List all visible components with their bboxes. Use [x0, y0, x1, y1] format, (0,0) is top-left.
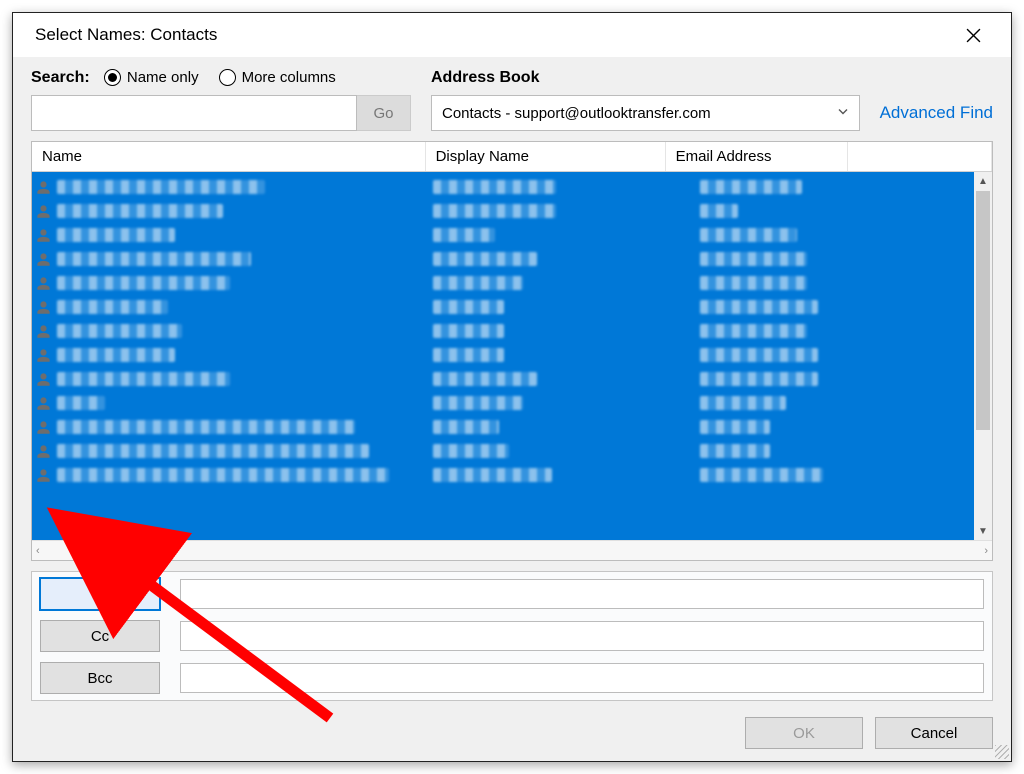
- table-row[interactable]: [36, 464, 968, 486]
- scroll-thumb[interactable]: [976, 191, 990, 430]
- search-input[interactable]: [31, 95, 357, 131]
- dialog-body: Search: Name only More columns Go: [13, 57, 1011, 761]
- grid-rows[interactable]: [32, 172, 974, 540]
- person-icon: [36, 348, 51, 363]
- person-icon: [36, 180, 51, 195]
- to-field[interactable]: [180, 579, 984, 609]
- table-row[interactable]: [36, 224, 968, 246]
- address-book-label: Address Book: [431, 69, 993, 87]
- column-header-spacer: [848, 142, 992, 171]
- person-icon: [36, 444, 51, 459]
- table-row[interactable]: [36, 320, 968, 342]
- person-icon: [36, 228, 51, 243]
- column-header-email[interactable]: Email Address: [666, 142, 848, 171]
- vertical-scrollbar[interactable]: ▲ ▼: [974, 172, 992, 540]
- table-row[interactable]: [36, 440, 968, 462]
- ok-button[interactable]: OK: [745, 717, 863, 749]
- person-icon: [36, 204, 51, 219]
- address-book-select[interactable]: Contacts - support@outlooktransfer.com: [431, 95, 860, 131]
- column-header-display-name[interactable]: Display Name: [426, 142, 666, 171]
- radio-more-columns-label: More columns: [242, 69, 336, 86]
- person-icon: [36, 372, 51, 387]
- grid-header: Name Display Name Email Address: [32, 142, 992, 172]
- recipients-area: To Cc Bcc: [31, 571, 993, 701]
- cancel-button[interactable]: Cancel: [875, 717, 993, 749]
- person-icon: [36, 396, 51, 411]
- cc-field[interactable]: [180, 621, 984, 651]
- radio-name-only-label: Name only: [127, 69, 199, 86]
- advanced-find-link[interactable]: Advanced Find: [880, 103, 993, 123]
- radio-dot-icon: [219, 69, 236, 86]
- chevron-down-icon: [837, 105, 849, 122]
- person-icon: [36, 300, 51, 315]
- dialog-title: Select Names: Contacts: [35, 25, 217, 45]
- close-button[interactable]: [951, 13, 995, 57]
- column-header-name[interactable]: Name: [32, 142, 426, 171]
- radio-name-only[interactable]: Name only: [104, 69, 199, 86]
- table-row[interactable]: [36, 368, 968, 390]
- table-row[interactable]: [36, 416, 968, 438]
- person-icon: [36, 276, 51, 291]
- table-row[interactable]: [36, 296, 968, 318]
- scroll-up-icon[interactable]: ▲: [974, 172, 992, 190]
- table-row[interactable]: [36, 272, 968, 294]
- table-row[interactable]: [36, 200, 968, 222]
- to-button[interactable]: To: [40, 578, 160, 610]
- table-row[interactable]: [36, 248, 968, 270]
- contacts-grid: Name Display Name Email Address ▲ ▼ ‹ ›: [31, 141, 993, 561]
- cc-button[interactable]: Cc: [40, 620, 160, 652]
- table-row[interactable]: [36, 392, 968, 414]
- table-row[interactable]: [36, 176, 968, 198]
- radio-more-columns[interactable]: More columns: [219, 69, 336, 86]
- person-icon: [36, 252, 51, 267]
- person-icon: [36, 420, 51, 435]
- address-book-selected: Contacts - support@outlooktransfer.com: [442, 105, 711, 122]
- scroll-right-icon[interactable]: ›: [984, 545, 988, 557]
- search-label: Search:: [31, 69, 90, 86]
- person-icon: [36, 468, 51, 483]
- go-button[interactable]: Go: [357, 95, 411, 131]
- resize-grip-icon[interactable]: [995, 745, 1009, 759]
- scroll-left-icon[interactable]: ‹: [36, 545, 40, 557]
- radio-dot-icon: [104, 69, 121, 86]
- titlebar: Select Names: Contacts: [13, 13, 1011, 57]
- person-icon: [36, 324, 51, 339]
- table-row[interactable]: [36, 344, 968, 366]
- scroll-down-icon[interactable]: ▼: [974, 522, 992, 540]
- select-names-dialog: Select Names: Contacts Search: Name only…: [12, 12, 1012, 762]
- bcc-field[interactable]: [180, 663, 984, 693]
- horizontal-scrollbar[interactable]: ‹ ›: [32, 540, 992, 560]
- bcc-button[interactable]: Bcc: [40, 662, 160, 694]
